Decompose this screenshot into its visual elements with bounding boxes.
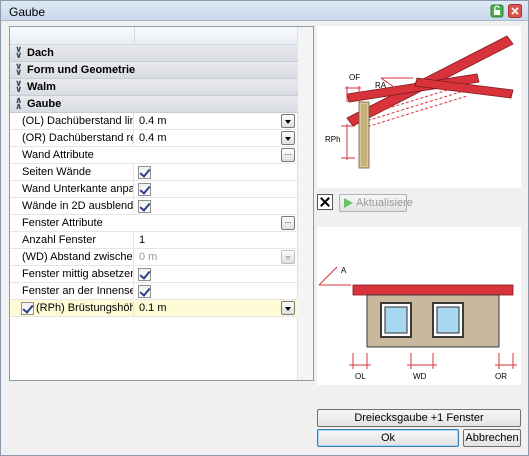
waende-2d-checkbox[interactable] xyxy=(138,200,151,213)
dormer-front-preview: A OL WD OR xyxy=(317,227,521,385)
expand-chevron-icon[interactable]: ∨ ∨ xyxy=(15,80,25,95)
rph-dropdown-button[interactable] xyxy=(281,301,295,315)
rph-value[interactable]: 0.1 m xyxy=(135,300,298,317)
prop-label: Seiten Wände xyxy=(10,164,134,181)
prop-row-anzahl-fenster[interactable]: Anzahl Fenster 1 xyxy=(10,232,298,249)
aktualisieren-label: Aktualisiere xyxy=(356,197,413,209)
prop-row-fenster-attribute[interactable]: Fenster Attribute ... xyxy=(10,215,298,232)
prop-row-fenster-mittig[interactable]: Fenster mittig absetzen xyxy=(10,266,298,283)
expand-chevron-icon[interactable]: ∨ ∨ xyxy=(15,46,25,61)
title-bar: Gaube xyxy=(1,1,528,21)
prop-row-wand-unterkante[interactable]: Wand Unterkante anpassen xyxy=(10,181,298,198)
prop-label: Fenster mittig absetzen xyxy=(10,266,134,283)
of-dimension-label: OF xyxy=(349,73,360,82)
category-gaube[interactable]: ∧ ∧ Gaube xyxy=(10,96,298,113)
vertical-scrollbar[interactable] xyxy=(297,27,313,380)
ol-dimension-label: OL xyxy=(355,372,366,381)
rph-dimension-label: RPh xyxy=(325,135,341,144)
dormer-front-drawing: A OL WD OR xyxy=(318,266,517,381)
collapse-chevron-icon[interactable]: ∧ ∧ xyxy=(15,97,25,112)
wd-value[interactable]: 0 m xyxy=(135,249,298,266)
category-label: Walm xyxy=(27,81,56,93)
gaube-dialog: Gaube ∨ ∨ Dach ∨ ∨ Form und Geometrie ∨ ∨ W… xyxy=(0,0,529,456)
roof-section-drawing: OF RA RPh xyxy=(325,35,514,169)
prop-label: Fenster Attribute xyxy=(22,217,103,229)
wd-dimension-label: WD xyxy=(413,372,427,381)
seiten-waende-checkbox[interactable] xyxy=(138,166,151,179)
category-dach[interactable]: ∨ ∨ Dach xyxy=(10,45,298,62)
ol-dropdown-button[interactable] xyxy=(281,114,295,128)
category-label: Form und Geometrie xyxy=(27,64,136,76)
category-label: Gaube xyxy=(27,98,62,110)
ra-angle-label: RA xyxy=(375,81,387,90)
prop-row-wd[interactable]: (WD) Abstand zwischen… 0 m xyxy=(10,249,298,266)
a-angle-label: A xyxy=(341,266,347,275)
prop-label: Wand Unterkante anpassen xyxy=(10,181,134,198)
wand-unterkante-checkbox[interactable] xyxy=(138,183,151,196)
grid-header xyxy=(10,27,298,45)
wand-attribute-ellipsis-button[interactable]: ... xyxy=(281,148,295,162)
prop-label: Fenster an der Innensei… xyxy=(10,283,134,300)
prop-label: (RPh) Brüstungshöhe b… xyxy=(10,300,134,317)
or-dimension-label: OR xyxy=(495,372,507,381)
prop-row-or[interactable]: (OR) Dachüberstand rechts 0.4 m xyxy=(10,130,298,147)
prop-row-fenster-innenseite[interactable]: Fenster an der Innensei… xyxy=(10,283,298,300)
fenster-innenseite-checkbox[interactable] xyxy=(138,285,151,298)
or-dropdown-button[interactable] xyxy=(281,131,295,145)
ok-button[interactable]: Ok xyxy=(317,429,459,447)
close-icon[interactable] xyxy=(508,4,522,18)
preset-button[interactable]: Dreiecksgaube +1 Fenster xyxy=(317,409,521,427)
prop-row-rph[interactable]: (RPh) Brüstungshöhe b… 0.1 m xyxy=(10,300,298,317)
play-icon xyxy=(344,198,353,208)
category-form-geometrie[interactable]: ∨ ∨ Form und Geometrie xyxy=(10,62,298,79)
cancel-button[interactable]: Abbrechen xyxy=(463,429,521,447)
window-title: Gaube xyxy=(9,5,46,19)
prop-row-waende-2d[interactable]: Wände in 2D ausblenden xyxy=(10,198,298,215)
property-grid: ∨ ∨ Dach ∨ ∨ Form und Geometrie ∨ ∨ Walm ∧ ∧… xyxy=(9,26,314,381)
category-walm[interactable]: ∨ ∨ Walm xyxy=(10,79,298,96)
prop-label: (OL) Dachüberstand links xyxy=(10,113,134,130)
fenster-mittig-checkbox[interactable] xyxy=(138,268,151,281)
prop-row-wand-attribute[interactable]: Wand Attribute ... xyxy=(10,147,298,164)
prop-label: Wände in 2D ausblenden xyxy=(10,198,134,215)
prop-row-ol[interactable]: (OL) Dachüberstand links 0.4 m xyxy=(10,113,298,130)
pin-icon[interactable] xyxy=(490,4,504,18)
wd-dropdown-button[interactable] xyxy=(281,250,295,264)
aktualisieren-button[interactable]: Aktualisiere xyxy=(339,194,413,212)
category-label: Dach xyxy=(27,47,54,59)
prop-label: Wand Attribute xyxy=(22,149,94,161)
expand-chevron-icon[interactable]: ∨ ∨ xyxy=(15,63,25,78)
prop-row-seiten-waende[interactable]: Seiten Wände xyxy=(10,164,298,181)
close-preview-button[interactable] xyxy=(317,194,333,210)
prop-label: (OR) Dachüberstand rechts xyxy=(10,130,134,147)
ol-value[interactable]: 0.4 m xyxy=(135,113,298,130)
anzahl-fenster-value[interactable]: 1 xyxy=(135,232,298,249)
prop-label: (WD) Abstand zwischen… xyxy=(10,249,134,266)
or-value[interactable]: 0.4 m xyxy=(135,130,298,147)
fenster-attribute-ellipsis-button[interactable]: ... xyxy=(281,216,295,230)
roof-section-preview: OF RA RPh xyxy=(317,26,521,188)
prop-label: Anzahl Fenster xyxy=(10,232,134,249)
